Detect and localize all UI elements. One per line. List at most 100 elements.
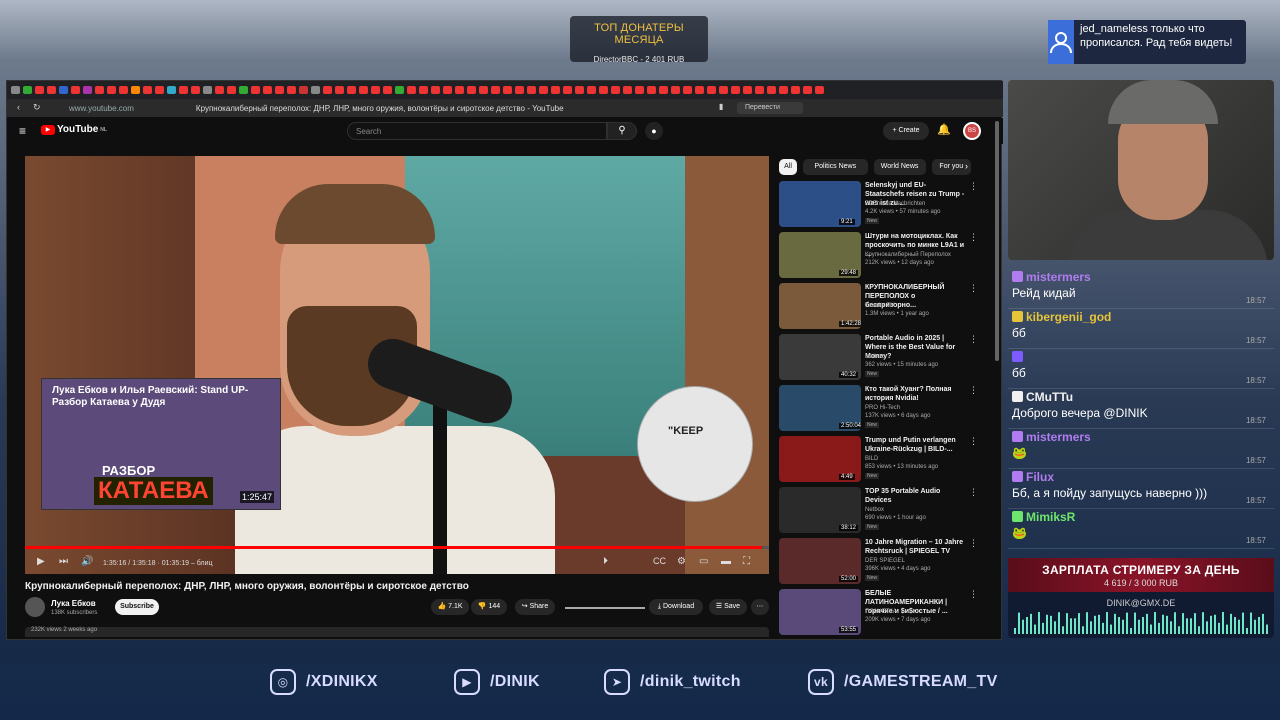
browser-tab[interactable] [611, 86, 620, 94]
browser-tab[interactable] [707, 86, 716, 94]
browser-tab[interactable] [755, 86, 764, 94]
back-icon[interactable]: ‹ [17, 102, 20, 112]
recommended-channel[interactable]: ZDFheute Nachrichten [865, 201, 925, 207]
dislike-button[interactable]: 👎 144 [471, 599, 507, 615]
video-thumbnail[interactable]: 40:32 [779, 334, 861, 380]
settings-icon[interactable]: ⚙ [677, 556, 686, 567]
browser-tab[interactable] [467, 86, 476, 94]
more-options-icon[interactable]: ⋮ [969, 232, 978, 243]
browser-tab[interactable] [515, 86, 524, 94]
browser-tab[interactable] [203, 86, 212, 94]
recommended-title[interactable]: TOP 35 Portable Audio Devices [865, 487, 965, 505]
browser-tab[interactable] [239, 86, 248, 94]
more-options-icon[interactable]: ⋮ [969, 487, 978, 498]
browser-tab[interactable] [299, 86, 308, 94]
recommended-channel[interactable]: ПЛАНЕТКА [865, 609, 897, 615]
youtube-logo[interactable]: ▶ YouTube NL [41, 124, 107, 135]
browser-tab[interactable] [779, 86, 788, 94]
chevron-right-icon[interactable]: › [965, 161, 968, 171]
more-options-icon[interactable]: ⋮ [969, 385, 978, 396]
recommended-channel[interactable]: Tatarka FM [865, 303, 895, 309]
browser-tab[interactable] [335, 86, 344, 94]
recommended-channel[interactable]: Крупнокалиберный Переполох [865, 252, 951, 258]
browser-tab[interactable] [371, 86, 380, 94]
subscribe-button[interactable]: Subscribe [115, 599, 159, 615]
browser-tab[interactable] [263, 86, 272, 94]
recommended-video[interactable]: 38:12 TOP 35 Portable Audio Devices Netbox… [779, 487, 979, 535]
video-thumbnail[interactable]: 38:12 [779, 487, 861, 533]
end-screen-video-card[interactable]: Лука Ебков и Илья Раевский: Stand UP- Ра… [41, 378, 281, 510]
recommended-video[interactable]: 29:48 Штурм на мотоциклах. Как проскочить… [779, 232, 979, 280]
notifications-bell-icon[interactable]: 🔔 [937, 123, 951, 136]
browser-tab[interactable] [383, 86, 392, 94]
browser-tab[interactable] [227, 86, 236, 94]
recommended-video[interactable]: 1:42:28 КРУПНОКАЛИБЕРНЫЙ ПЕРЕПОЛОХ о бесп… [779, 283, 979, 331]
recommended-channel[interactable]: BILD [865, 456, 878, 462]
browser-tab[interactable] [347, 86, 356, 94]
video-thumbnail[interactable]: 29:48 [779, 232, 861, 278]
browser-tab[interactable] [671, 86, 680, 94]
browser-tab[interactable] [119, 86, 128, 94]
browser-tab[interactable] [35, 86, 44, 94]
browser-tab[interactable] [95, 86, 104, 94]
chip-politics-news[interactable]: Politics News [803, 159, 868, 175]
more-options-icon[interactable]: ⋮ [969, 436, 978, 447]
browser-tab[interactable] [419, 86, 428, 94]
save-button[interactable]: ☰ Save [709, 599, 747, 615]
like-button[interactable]: 👍 7.1K [431, 599, 469, 615]
recommended-video[interactable]: 53:55 БЕЛЫЕ ЛАТИНОАМЕРИКАНКИ | горячие и … [779, 589, 979, 637]
browser-tab[interactable] [731, 86, 740, 94]
browser-tab[interactable] [479, 86, 488, 94]
page-scrollbar[interactable] [995, 121, 999, 361]
theater-icon[interactable]: ▬ [721, 556, 731, 567]
captions-icon[interactable]: CC [653, 556, 666, 566]
browser-tab[interactable] [683, 86, 692, 94]
chip-all[interactable]: All [779, 159, 797, 175]
end-screen-channel-circle[interactable]: "KEEP [637, 386, 753, 502]
browser-tab[interactable] [311, 86, 320, 94]
chat-username[interactable]: kibergenii_god [1026, 310, 1111, 324]
browser-tab[interactable] [215, 86, 224, 94]
recommended-title[interactable]: Trump und Putin verlangen Ukraine-Rückzu… [865, 436, 965, 454]
video-player[interactable]: Лука Ебков и Илья Раевский: Stand UP- Ра… [25, 156, 769, 574]
video-thumbnail[interactable]: 9:21 [779, 181, 861, 227]
recommended-title[interactable]: Кто такой Хуанг? Полная история Nvidia! [865, 385, 965, 403]
browser-tab[interactable] [431, 86, 440, 94]
reload-icon[interactable]: ↻ [33, 102, 41, 113]
next-icon[interactable]: ⏭ [59, 556, 68, 567]
more-options-icon[interactable]: ⋮ [969, 538, 978, 549]
browser-tab[interactable] [323, 86, 332, 94]
more-options-icon[interactable]: ⋮ [969, 589, 978, 600]
recommended-video[interactable]: 9:21 Selenskyj und EU-Staatschefs reisen … [779, 181, 979, 229]
browser-tab[interactable] [815, 86, 824, 94]
menu-icon[interactable]: ≡ [19, 124, 26, 138]
browser-tab[interactable] [155, 86, 164, 94]
browser-tab[interactable] [491, 86, 500, 94]
browser-tab[interactable] [743, 86, 752, 94]
browser-tab[interactable] [527, 86, 536, 94]
chat-username[interactable]: mistermers [1026, 430, 1091, 444]
browser-tab[interactable] [635, 86, 644, 94]
url-text[interactable]: www.youtube.com [69, 104, 134, 113]
more-options-icon[interactable]: ⋮ [969, 283, 978, 294]
browser-tab[interactable] [359, 86, 368, 94]
browser-tab[interactable] [275, 86, 284, 94]
video-thumbnail[interactable]: 4:49 [779, 436, 861, 482]
browser-tab[interactable] [575, 86, 584, 94]
translate-button[interactable]: Перевести [737, 102, 803, 114]
chat-username[interactable]: CMuTTu [1026, 390, 1073, 404]
chat-username[interactable]: mistermers [1026, 270, 1091, 284]
video-thumbnail[interactable]: 1:42:28 [779, 283, 861, 329]
search-icon[interactable]: ⚲ [607, 122, 637, 140]
search-input[interactable]: Search [347, 122, 607, 140]
more-options-icon[interactable]: ⋮ [969, 181, 978, 192]
browser-tab[interactable] [287, 86, 296, 94]
description-meta[interactable]: 232K views 2 weeks ago [25, 627, 769, 637]
browser-tab[interactable] [59, 86, 68, 94]
browser-tab[interactable] [251, 86, 260, 94]
browser-tab[interactable] [47, 86, 56, 94]
browser-tab[interactable] [131, 86, 140, 94]
browser-tab[interactable] [83, 86, 92, 94]
browser-tab[interactable] [179, 86, 188, 94]
browser-tab[interactable] [719, 86, 728, 94]
